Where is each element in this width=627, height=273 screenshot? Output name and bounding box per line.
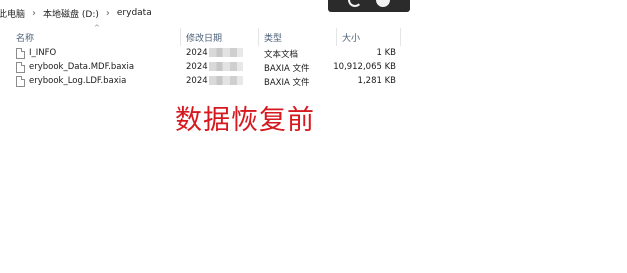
generic-file-icon <box>16 76 25 87</box>
file-row[interactable]: erybook_Log.LDF.baxia 2024 BAXIA 文件 1,28… <box>0 75 627 89</box>
column-modified[interactable]: 修改日期 <box>186 31 222 44</box>
breadcrumb-this-pc[interactable]: 此电脑 <box>0 7 25 20</box>
column-divider[interactable] <box>400 28 401 46</box>
file-modified: 2024 <box>186 76 243 86</box>
column-size[interactable]: 大小 <box>342 31 360 44</box>
redacted-date <box>208 76 243 85</box>
annotation-label: 数据恢复前 <box>175 105 315 136</box>
text-file-icon <box>16 48 25 59</box>
breadcrumb: 此电脑 › 本地磁盘 (D:) › erydata <box>0 0 627 26</box>
file-size: 10,912,065 KB <box>333 62 396 72</box>
chevron-right-icon[interactable]: › <box>106 8 110 19</box>
breadcrumb-drive-d[interactable]: 本地磁盘 (D:) <box>43 7 99 20</box>
file-name: I_INFO <box>29 48 57 58</box>
file-modified: 2024 <box>186 62 243 72</box>
generic-file-icon <box>16 62 25 73</box>
file-row[interactable]: erybook_Data.MDF.baxia 2024 BAXIA 文件 10,… <box>0 61 627 75</box>
chevron-right-icon[interactable]: › <box>32 8 36 19</box>
column-type[interactable]: 类型 <box>264 31 282 44</box>
column-divider[interactable] <box>180 28 181 46</box>
file-type: BAXIA 文件 <box>264 64 310 74</box>
column-header: ^ 名称 修改日期 类型 大小 <box>0 24 627 46</box>
file-type: 文本文档 <box>264 50 299 60</box>
redacted-date <box>208 62 243 71</box>
column-divider[interactable] <box>336 28 337 46</box>
sort-ascending-icon: ^ <box>94 24 100 32</box>
file-row[interactable]: I_INFO 2024 文本文档 1 KB <box>0 47 627 61</box>
redacted-date <box>208 48 243 57</box>
file-size: 1 KB <box>376 48 396 58</box>
file-type: BAXIA 文件 <box>264 78 310 88</box>
file-size: 1,281 KB <box>357 76 396 86</box>
column-divider[interactable] <box>258 28 259 46</box>
file-name: erybook_Log.LDF.baxia <box>29 76 127 86</box>
file-modified: 2024 <box>186 48 243 58</box>
file-name: erybook_Data.MDF.baxia <box>29 62 135 72</box>
breadcrumb-folder[interactable]: erydata <box>117 8 152 18</box>
column-name[interactable]: 名称 <box>16 31 34 44</box>
